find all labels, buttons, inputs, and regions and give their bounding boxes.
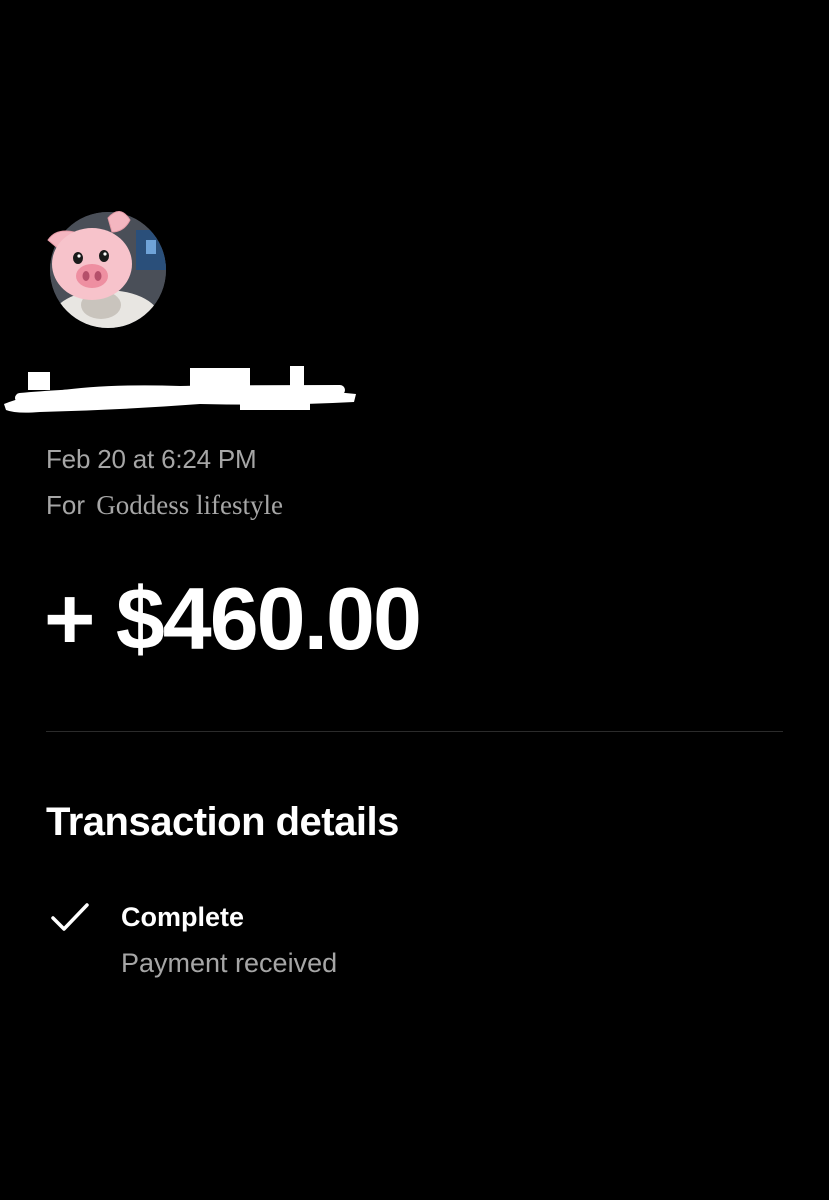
avatar[interactable] — [46, 210, 166, 330]
transaction-details-title: Transaction details — [46, 800, 399, 844]
pig-face-avatar-icon — [47, 211, 166, 328]
status-sublabel: Payment received — [121, 948, 338, 978]
divider — [46, 731, 783, 732]
status-row: Complete Payment received — [46, 898, 646, 988]
transaction-note-line: For Goddess lifestyle — [46, 490, 283, 521]
status-label: Complete — [121, 902, 245, 932]
redacted-name — [0, 360, 380, 430]
transaction-amount: + $460.00 — [44, 569, 422, 668]
payment-detail-screen: Feb 20 at 6:24 PM For Goddess lifestyle … — [0, 0, 829, 1200]
redaction-scribble — [4, 366, 356, 413]
checkmark-icon — [51, 903, 89, 931]
transaction-note: Goddess lifestyle — [96, 490, 283, 520]
transaction-date: Feb 20 at 6:24 PM — [46, 444, 257, 474]
for-label: For — [46, 490, 85, 520]
